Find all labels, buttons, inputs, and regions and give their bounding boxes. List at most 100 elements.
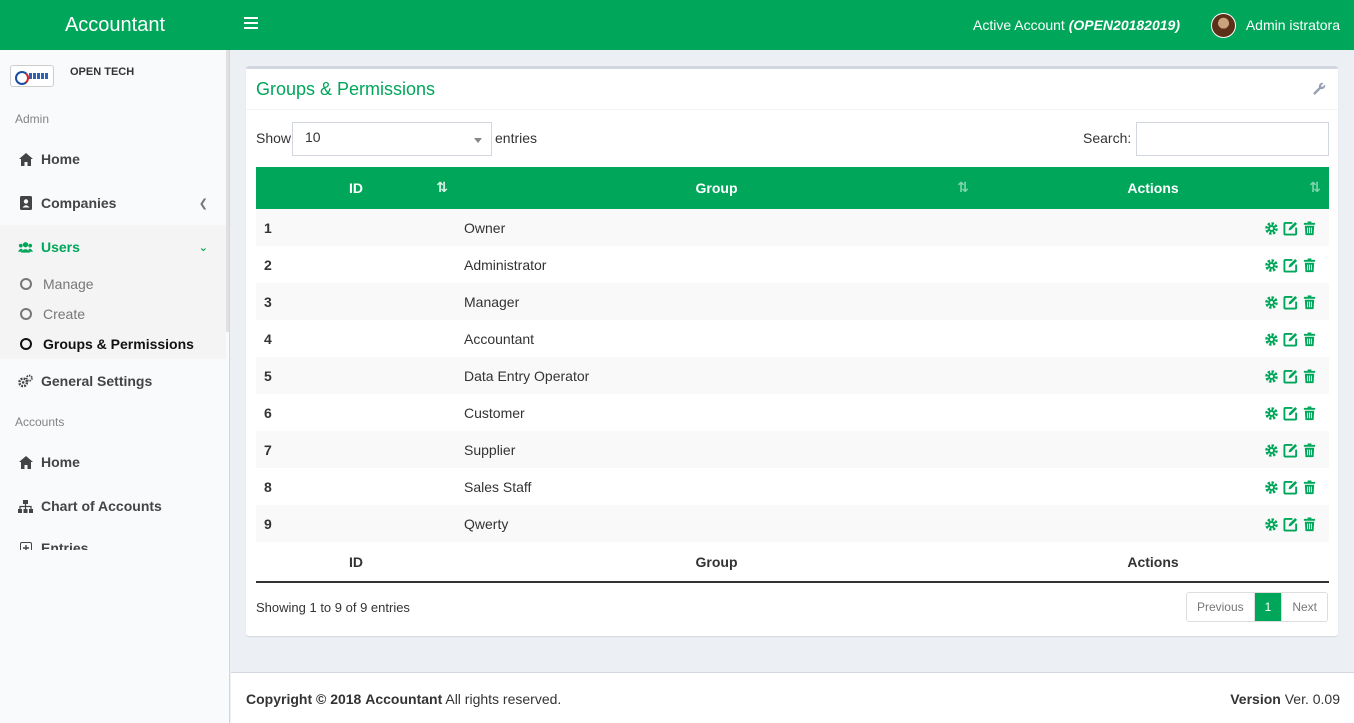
gear-icon[interactable]: [1264, 406, 1279, 421]
edit-icon[interactable]: [1283, 221, 1298, 236]
gear-icon[interactable]: [1264, 258, 1279, 273]
table-row: 2 Administrator: [256, 246, 1329, 283]
cell-id: 9: [256, 505, 456, 542]
edit-icon[interactable]: [1283, 332, 1298, 347]
company-logo: [10, 65, 54, 87]
user-menu[interactable]: Admin istratora: [1210, 0, 1340, 50]
cell-id: 8: [264, 478, 272, 495]
wrench-icon[interactable]: [1313, 82, 1326, 98]
sort-ascending-icon: ⇅: [436, 179, 448, 195]
chevron-left-icon: ❮: [198, 197, 208, 210]
column-header-group[interactable]: Group ⇅: [456, 167, 977, 209]
company-panel: OPEN TECH: [10, 65, 134, 87]
sidebar-item-entries[interactable]: Entries: [0, 528, 226, 550]
sidebar-item-label: Entries: [41, 540, 89, 550]
trash-icon[interactable]: [1302, 406, 1317, 421]
sidebar-item-users[interactable]: Users ⌄: [0, 225, 226, 269]
cell-group: Sales Staff: [464, 478, 532, 495]
page-1-button[interactable]: 1: [1254, 593, 1283, 621]
cell-group: Data Entry Operator: [456, 357, 977, 394]
entries-per-page-select[interactable]: 10: [292, 122, 492, 156]
search-label: Search:: [1083, 130, 1132, 146]
footer-header-id: ID: [256, 542, 456, 583]
table-row: 7 Supplier: [256, 431, 1329, 468]
edit-icon[interactable]: [1283, 406, 1298, 421]
trash-icon[interactable]: [1302, 443, 1317, 458]
sidebar-item-general-settings[interactable]: General Settings: [0, 359, 226, 403]
trash-icon[interactable]: [1302, 517, 1317, 532]
active-account-label: Active Account: [972, 17, 1065, 33]
footer-header-actions: Actions: [977, 542, 1329, 583]
edit-icon[interactable]: [1283, 480, 1298, 495]
sidebar-scrollbar[interactable]: [226, 50, 229, 332]
cell-actions: [977, 394, 1329, 431]
cell-actions: [977, 505, 1329, 542]
gear-icon[interactable]: [1264, 295, 1279, 310]
users-icon: [18, 240, 33, 255]
active-account[interactable]: Active Account (OPEN20182019): [973, 0, 1180, 50]
gear-icon[interactable]: [1264, 480, 1279, 495]
copyright: Copyright © 2018 Accountant All rights r…: [246, 691, 562, 707]
gear-icon[interactable]: [1264, 369, 1279, 384]
entries-label: entries: [495, 130, 538, 146]
trash-icon[interactable]: [1302, 332, 1317, 347]
sidebar-item-chart-of-accounts[interactable]: Chart of Accounts: [0, 484, 226, 528]
search-input[interactable]: [1136, 122, 1329, 156]
sidebar-toggle-icon[interactable]: [244, 17, 258, 31]
sidebar-item-label: General Settings: [41, 373, 153, 389]
cell-actions: [977, 320, 1329, 357]
gear-icon[interactable]: [1264, 443, 1279, 458]
cell-actions: [977, 357, 1329, 394]
circle-icon: [20, 308, 32, 320]
table-row: 3 Manager: [256, 283, 1329, 320]
cell-group: Owner: [456, 209, 977, 246]
sidebar-subitem-groups-permissions[interactable]: Groups & Permissions: [0, 329, 226, 359]
sidebar-item-label: Users: [41, 239, 80, 255]
edit-icon[interactable]: [1283, 295, 1298, 310]
pagination: Previous 1 Next: [1185, 592, 1328, 622]
sidebar-subitem-manage[interactable]: Manage: [0, 269, 226, 299]
sidebar-subitem-label: Manage: [43, 276, 94, 292]
previous-button[interactable]: Previous: [1186, 593, 1255, 621]
cell-group: Customer: [464, 404, 525, 421]
sidebar-item-home[interactable]: Home: [0, 137, 226, 181]
edit-icon[interactable]: [1283, 369, 1298, 384]
cell-group: Accountant: [464, 330, 535, 347]
gear-icon[interactable]: [1264, 221, 1279, 236]
sitemap-icon: [18, 499, 33, 514]
edit-icon[interactable]: [1283, 443, 1298, 458]
edit-icon[interactable]: [1283, 258, 1298, 273]
sidebar-item-label: Home: [41, 454, 80, 470]
groups-permissions-panel: Groups & Permissions Show 10 entries Sea…: [246, 66, 1338, 636]
trash-icon[interactable]: [1302, 369, 1317, 384]
home-icon: [18, 455, 33, 470]
entries-per-page-value: 10: [305, 129, 321, 145]
sidebar-subitem-label: Groups & Permissions: [43, 336, 194, 352]
sidebar-item-companies[interactable]: Companies ❮: [0, 181, 226, 225]
plus-square-icon: [18, 540, 33, 550]
cell-id: 5: [256, 357, 456, 394]
cell-actions: [977, 283, 1329, 320]
gear-icon[interactable]: [1264, 517, 1279, 532]
sidebar-item-label: Chart of Accounts: [41, 498, 162, 514]
cell-actions: [977, 431, 1329, 468]
next-button[interactable]: Next: [1282, 593, 1327, 621]
column-header-actions[interactable]: Actions ⇅: [977, 167, 1329, 209]
trash-icon[interactable]: [1302, 258, 1317, 273]
gear-icon[interactable]: [1264, 332, 1279, 347]
user-name: Admin istratora: [1245, 17, 1340, 33]
trash-icon[interactable]: [1302, 295, 1317, 310]
caret-down-icon: [474, 138, 482, 143]
trash-icon[interactable]: [1302, 480, 1317, 495]
edit-icon[interactable]: [1283, 517, 1298, 532]
trash-icon[interactable]: [1302, 221, 1317, 236]
top-navbar: Accountant Active Account (OPEN20182019)…: [0, 0, 1354, 50]
sidebar-subitem-label: Create: [43, 306, 86, 322]
sidebar-item-accounts-home[interactable]: Home: [0, 440, 226, 484]
cell-group: Manager: [456, 283, 977, 320]
column-header-id[interactable]: ID ⇅: [256, 167, 456, 209]
sidebar-subitem-create[interactable]: Create: [0, 299, 226, 329]
footer-header-group: Group: [456, 542, 977, 583]
app-logo[interactable]: Accountant: [0, 0, 230, 50]
cell-actions: [977, 468, 1329, 505]
